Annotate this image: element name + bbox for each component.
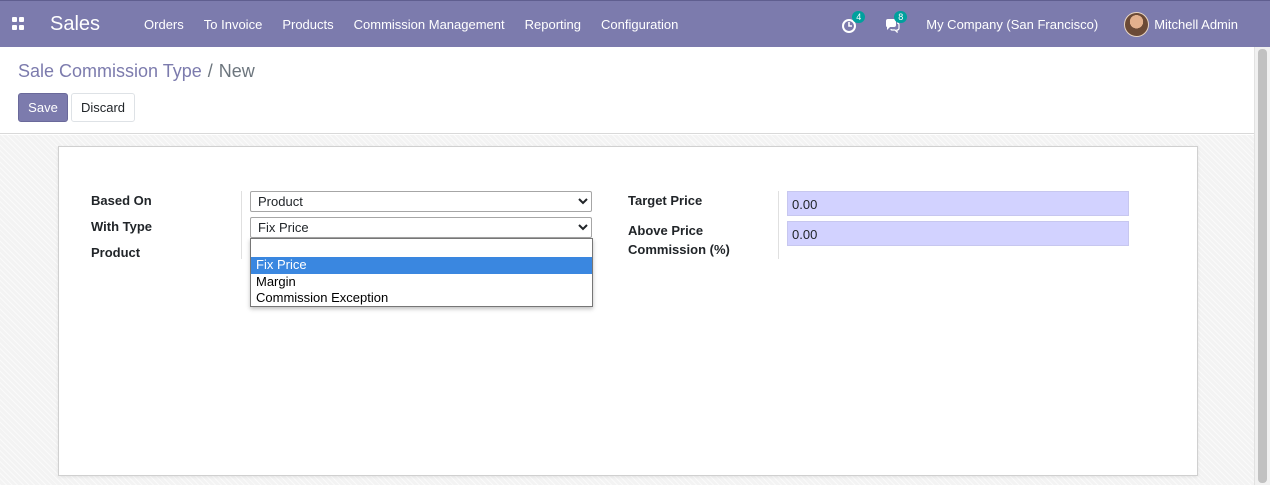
above-price-label: Above Price — [628, 223, 704, 238]
app-title[interactable]: Sales — [50, 13, 100, 36]
scrollbar-thumb[interactable] — [1258, 49, 1267, 483]
menu-item-reporting[interactable]: Reporting — [525, 17, 581, 32]
company-switcher[interactable]: My Company (San Francisco) — [926, 17, 1098, 32]
product-label: Product — [91, 245, 141, 260]
activities-count-badge: 4 — [852, 10, 866, 23]
based-on-label: Based On — [91, 193, 152, 208]
messages-count-badge: 8 — [894, 10, 908, 23]
with-type-select[interactable]: Fix Price — [250, 217, 592, 238]
target-price-input[interactable]: 0.00 — [787, 191, 1129, 216]
dropdown-option-margin[interactable]: Margin — [251, 274, 592, 291]
menu-item-commission-management[interactable]: Commission Management — [354, 17, 505, 32]
top-navbar: Sales Orders To Invoice Products Commiss… — [0, 0, 1270, 47]
based-on-select[interactable]: Product — [250, 191, 592, 212]
discard-button[interactable]: Discard — [71, 93, 135, 122]
user-avatar[interactable] — [1124, 12, 1150, 37]
with-type-label: With Type — [91, 219, 153, 234]
above-price-commission-input[interactable]: 0.00 — [787, 221, 1129, 246]
above-price-label-line2: Commission (%) — [628, 242, 730, 257]
menu-item-to-invoice[interactable]: To Invoice — [204, 17, 263, 32]
user-menu[interactable]: Mitchell Admin — [1154, 17, 1238, 32]
breadcrumb-current: New — [218, 61, 255, 81]
menu-item-configuration[interactable]: Configuration — [601, 17, 678, 32]
menu-item-orders[interactable]: Orders — [144, 17, 184, 32]
field-separator — [241, 191, 242, 259]
field-separator-right — [778, 191, 779, 259]
activity-clock-icon[interactable]: 4 — [842, 10, 866, 33]
apps-menu-icon[interactable] — [12, 17, 26, 31]
form-view — [0, 135, 1254, 485]
dropdown-option-commission-exception[interactable]: Commission Exception — [251, 290, 592, 307]
page-scrollbar[interactable] — [1254, 47, 1270, 485]
save-button[interactable]: Save — [18, 93, 68, 122]
breadcrumb-separator: / — [207, 61, 213, 81]
main-menu: Orders To Invoice Products Commission Ma… — [144, 17, 698, 32]
messages-chat-icon[interactable]: 8 — [884, 10, 908, 33]
breadcrumb: Sale Commission Type / New — [18, 61, 255, 82]
breadcrumb-parent[interactable]: Sale Commission Type — [18, 61, 202, 82]
control-panel: Sale Commission Type / New Save Discard — [0, 47, 1254, 134]
menu-item-products[interactable]: Products — [282, 17, 333, 32]
dropdown-option-blank[interactable] — [251, 239, 592, 257]
with-type-dropdown-list: Fix Price Margin Commission Exception — [250, 238, 593, 307]
systray: 4 8 My Company (San Francisco) Mitchell … — [842, 1, 1270, 48]
target-price-label: Target Price — [628, 193, 703, 208]
dropdown-option-fix-price[interactable]: Fix Price — [251, 257, 592, 274]
